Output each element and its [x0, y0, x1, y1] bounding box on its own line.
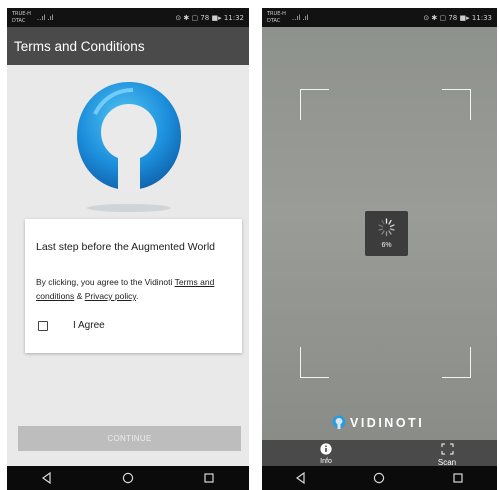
status-bar: TRUE-H DTAC ..ıl .ıl ⊙ ✱ ▢ 78 ■▸ 11:33 [262, 8, 497, 27]
back-triangle-icon [42, 472, 51, 484]
scan-frame-corner [300, 89, 329, 120]
page-title: Terms and Conditions [14, 38, 145, 54]
agree-checkbox[interactable] [38, 320, 48, 331]
tab-info[interactable]: Info [296, 443, 356, 465]
vidinoti-logo-icon [332, 415, 346, 429]
brand-name: VIDINOTI [350, 416, 425, 430]
home-button[interactable] [365, 468, 393, 488]
loading-indicator: 6% [365, 211, 408, 256]
recents-square-icon [204, 473, 214, 483]
back-triangle-icon [296, 472, 305, 484]
scan-frame-corner [300, 347, 329, 378]
nav-bar [262, 466, 497, 490]
home-circle-icon [122, 472, 134, 484]
tab-scan[interactable]: Scan [417, 443, 477, 467]
vidinoti-logo-icon [77, 82, 181, 212]
nav-bar [7, 466, 249, 490]
home-button[interactable] [114, 468, 142, 488]
signal-icon: ..ıl .ıl [291, 13, 309, 22]
signal-icon: ..ıl .ıl [36, 13, 54, 22]
scanner-screen: TRUE-H DTAC ..ıl .ıl ⊙ ✱ ▢ 78 ■▸ 11:33 6… [262, 8, 497, 490]
consent-card: Last step before the Augmented World By … [25, 219, 242, 353]
recents-button[interactable] [195, 468, 223, 488]
camera-preview[interactable]: 6% VIDINOTI [262, 27, 497, 440]
terms-screen: TRUE-H DTAC ..ıl .ıl ⊙ ✱ ▢ 78 ■▸ 11:32 T… [7, 8, 249, 490]
scan-frame-icon [441, 443, 453, 455]
info-icon [320, 443, 332, 455]
back-button[interactable] [33, 468, 61, 488]
scan-frame-corner [442, 89, 471, 120]
privacy-link[interactable]: Privacy policy [85, 291, 136, 301]
spinner-icon [378, 218, 395, 237]
status-icons: ⊙ ✱ ▢ 78 ■▸ 11:33 [423, 13, 492, 22]
app-bar: Terms and Conditions [7, 27, 249, 65]
progress-percent: 6% [381, 242, 392, 249]
card-description: By clicking, you agree to the Vidinoti T… [36, 277, 215, 301]
scan-frame-corner [442, 347, 471, 378]
agree-label[interactable]: I Agree [73, 320, 105, 331]
status-icons: ⊙ ✱ ▢ 78 ■▸ 11:32 [175, 13, 244, 22]
continue-button[interactable]: CONTINUE [18, 426, 241, 451]
carrier-label: TRUE-H DTAC [267, 10, 286, 24]
back-button[interactable] [287, 468, 315, 488]
recents-button[interactable] [444, 468, 472, 488]
card-heading: Last step before the Augmented World [36, 241, 216, 253]
carrier-label: TRUE-H DTAC [12, 10, 31, 24]
status-bar: TRUE-H DTAC ..ıl .ıl ⊙ ✱ ▢ 78 ■▸ 11:32 [7, 8, 249, 27]
tab-info-label: Info [320, 458, 332, 465]
home-circle-icon [374, 472, 385, 484]
brand-logo: VIDINOTI [332, 415, 424, 431]
agree-row[interactable]: I Agree [38, 320, 105, 331]
recents-square-icon [453, 473, 463, 483]
